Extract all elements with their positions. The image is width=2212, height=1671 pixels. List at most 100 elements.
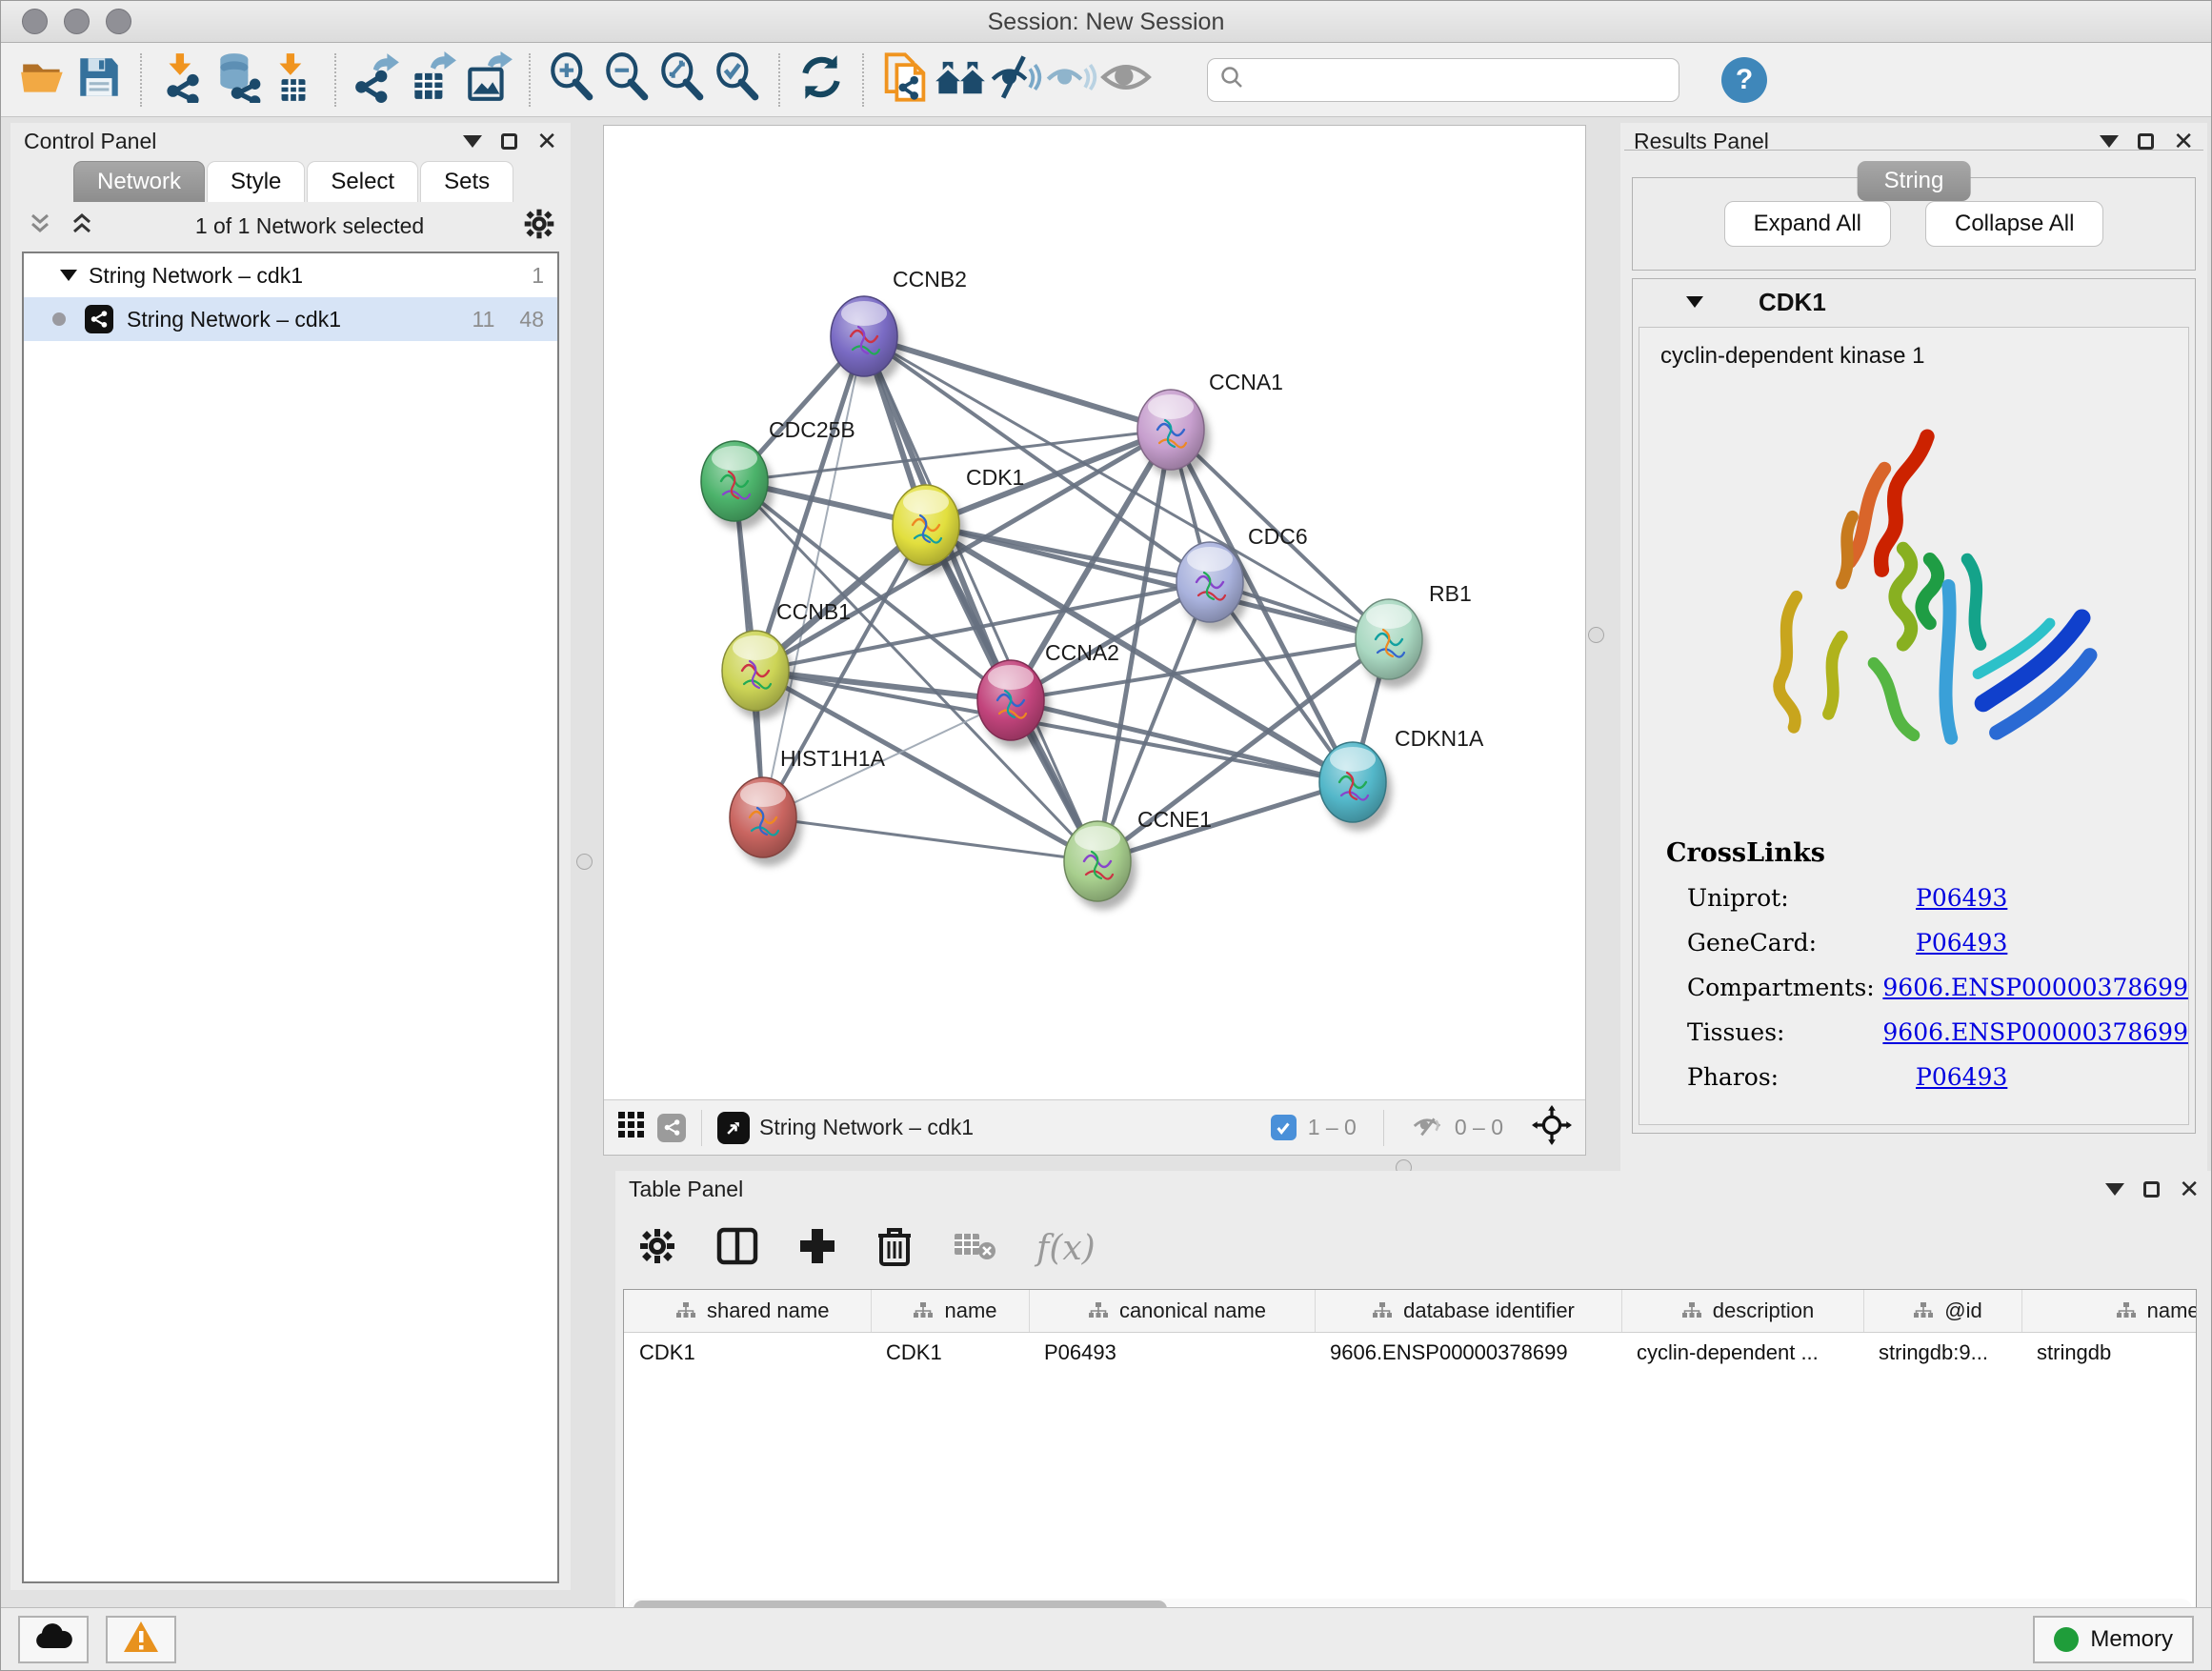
table-cell[interactable]: CDK1 [871,1332,1029,1374]
tab-select[interactable]: Select [307,161,418,202]
column-header-database-identifier[interactable]: database identifier [1315,1290,1621,1332]
grid-view-icon[interactable] [617,1111,646,1144]
table-cell[interactable]: CDK1 [624,1332,871,1374]
memory-button[interactable]: Memory [2033,1616,2194,1663]
open-session-button[interactable] [16,51,71,109]
network-node-ccna1[interactable]: CCNA1 [1137,370,1283,478]
zoom-out-button[interactable] [599,51,654,109]
show-all-button[interactable] [1043,51,1098,109]
network-edge[interactable] [864,336,1097,861]
zoom-window-button[interactable] [106,9,131,34]
panel-menu-icon[interactable] [463,135,482,148]
close-panel-icon[interactable]: ✕ [536,129,557,153]
column-header-id[interactable]: @id [1863,1290,2021,1332]
minimize-window-button[interactable] [64,9,90,34]
left-splitter-handle[interactable] [576,854,593,870]
float-panel-icon[interactable] [2138,133,2154,150]
column-header-name[interactable]: name [871,1290,1029,1332]
string-network-badge-icon[interactable] [657,1114,686,1142]
network-canvas[interactable]: CCNB2CCNA1CDC25BCDK1CDC6RB1CCNB1CCNA2CDK… [604,126,1585,1099]
network-edge[interactable] [763,817,1097,861]
network-graph[interactable]: CCNB2CCNA1CDC25BCDK1CDC6RB1CCNB1CCNA2CDK… [604,126,1585,1099]
hidden-eye-icon[interactable] [1411,1111,1443,1144]
network-collection-row[interactable]: String Network – cdk1 1 [24,253,557,297]
delete-table-icon[interactable] [953,1230,996,1267]
column-header-shared-name[interactable]: shared name [624,1290,871,1332]
network-node-hist1h1a[interactable]: HIST1H1A [730,746,886,866]
close-panel-icon[interactable]: ✕ [2179,1177,2200,1201]
collection-expand-icon[interactable] [60,270,77,281]
float-panel-icon[interactable] [2143,1181,2160,1198]
zoom-in-button[interactable] [544,51,599,109]
search-input[interactable] [1252,68,1667,92]
close-window-button[interactable] [22,9,48,34]
crosslink-link[interactable]: 9606.ENSP00000378699 [1882,1018,2188,1046]
expand-all-button[interactable]: Expand All [1724,201,1891,247]
export-table-button[interactable] [405,51,460,109]
network-row[interactable]: String Network – cdk1 11 48 [24,297,557,341]
network-node-cdc25b[interactable]: CDC25B [701,417,855,530]
network-node-cdkn1a[interactable]: CDKN1A [1319,726,1484,831]
selected-nodes-checkbox[interactable] [1271,1115,1297,1140]
zoom-fit-button[interactable] [654,51,710,109]
eye-disabled-button[interactable] [1098,51,1154,109]
network-node-ccnb1[interactable]: CCNB1 [722,599,851,719]
float-panel-icon[interactable] [501,133,517,150]
table-cell[interactable]: cyclin-dependent ... [1621,1332,1863,1374]
table-cell[interactable]: P06493 [1029,1332,1315,1374]
copy-style-button[interactable] [877,51,933,109]
export-image-button[interactable] [460,51,515,109]
network-edge[interactable] [864,336,1389,639]
panel-menu-icon[interactable] [2105,1183,2124,1196]
tab-string[interactable]: String [1858,161,1971,201]
network-edge[interactable] [864,336,1171,430]
network-edge[interactable] [1097,782,1353,861]
save-session-button[interactable] [71,51,127,109]
table-row[interactable]: CDK1CDK1P064939606.ENSP00000378699cyclin… [624,1332,2197,1374]
help-button[interactable]: ? [1721,57,1767,103]
node-table[interactable]: shared namenamecanonical namedatabase id… [623,1289,2197,1622]
network-node-rb1[interactable]: RB1 [1356,581,1472,688]
table-cell[interactable]: stringdb:9... [1863,1332,2021,1374]
main-area: Control Panel ✕ NetworkStyleSelectSets 1… [1,117,2211,1609]
crosslink-link[interactable]: P06493 [1916,929,2007,956]
entry-collapse-icon[interactable] [1686,296,1703,308]
tab-network[interactable]: Network [73,161,205,202]
crosslink-link[interactable]: P06493 [1916,884,2007,912]
network-node-ccne1[interactable]: CCNE1 [1064,807,1212,910]
import-table-button[interactable] [266,51,321,109]
expand-all-networks-icon[interactable] [68,210,96,243]
crosslink-link[interactable]: P06493 [1916,1063,2007,1091]
cloud-status-button[interactable] [18,1616,89,1663]
collapse-all-button[interactable]: Collapse All [1925,201,2103,247]
refresh-button[interactable] [794,51,849,109]
current-network-name: String Network – cdk1 [759,1115,974,1140]
column-header-canonical-name[interactable]: canonical name [1029,1290,1315,1332]
import-network-database-button[interactable] [211,51,266,109]
crosslink-link[interactable]: 9606.ENSP00000378699 [1882,974,2188,1001]
fit-network-crosshair-icon[interactable] [1532,1105,1572,1150]
table-cell[interactable]: 9606.ENSP00000378699 [1315,1332,1621,1374]
column-header-namespace[interactable]: namespace [2021,1290,2197,1332]
birds-eye-view-icon[interactable] [717,1112,750,1144]
tab-sets[interactable]: Sets [420,161,513,202]
warnings-button[interactable] [106,1616,176,1663]
hide-selected-button[interactable] [988,51,1043,109]
tab-style[interactable]: Style [207,161,305,202]
zoom-selected-button[interactable] [710,51,765,109]
table-cell[interactable]: stringdb [2021,1332,2197,1374]
delete-column-icon[interactable] [876,1226,913,1271]
network-node-ccnb2[interactable]: CCNB2 [831,267,967,385]
add-column-icon[interactable] [798,1227,836,1270]
network-options-gear-icon[interactable] [523,208,555,245]
network-nodes[interactable]: CCNB2CCNA1CDC25BCDK1CDC6RB1CCNB1CCNA2CDK… [701,267,1484,910]
panel-menu-icon[interactable] [2100,135,2119,148]
export-network-button[interactable] [350,51,405,109]
import-network-file-button[interactable] [155,51,211,109]
select-columns-icon[interactable] [716,1227,758,1270]
collapse-all-networks-icon[interactable] [26,210,54,243]
column-header-description[interactable]: description [1621,1290,1863,1332]
right-splitter-handle[interactable] [1588,627,1604,643]
table-options-gear-icon[interactable] [638,1227,676,1270]
first-neighbors-button[interactable] [933,51,988,109]
